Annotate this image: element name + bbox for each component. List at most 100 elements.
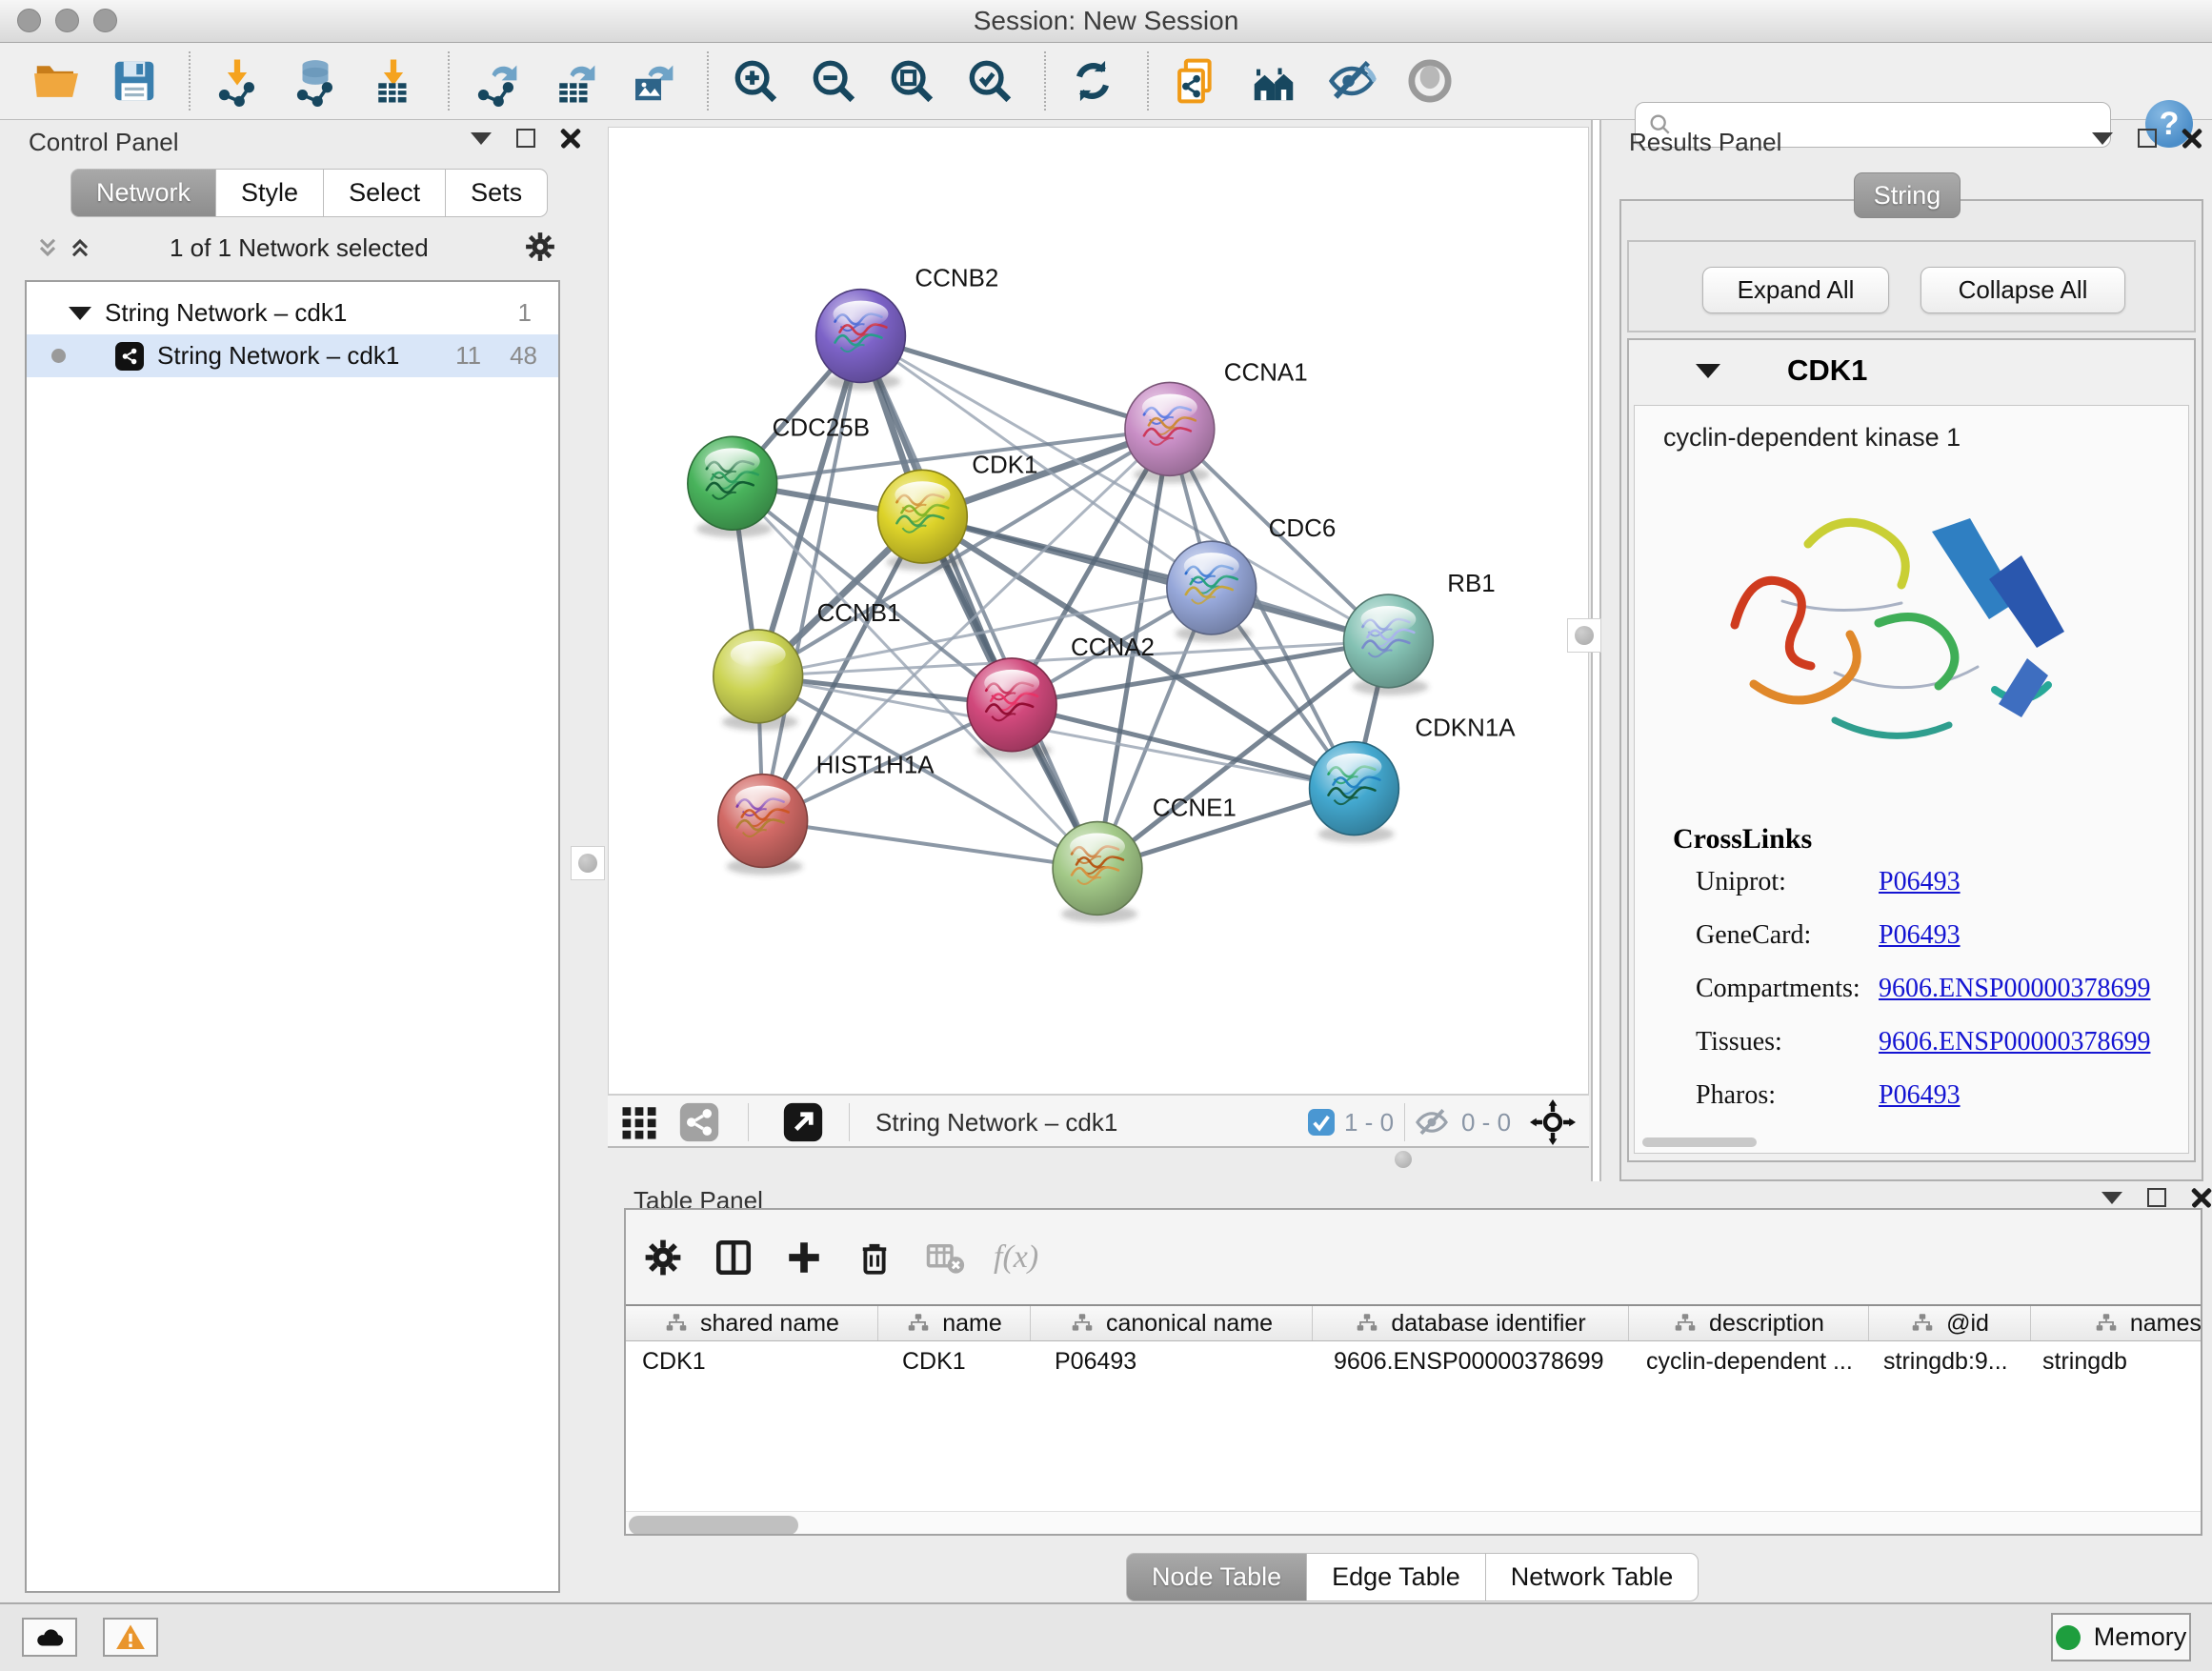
node-HIST1H1A[interactable]: HIST1H1A [718, 753, 935, 876]
save-session-button[interactable] [107, 53, 162, 109]
string-results-container: Expand All Collapse All CDK1 cyclin-depe… [1619, 199, 2203, 1181]
node-CDKN1A[interactable]: CDKN1A [1310, 715, 1517, 843]
crosslink-value-link[interactable]: P06493 [1879, 920, 1961, 950]
tab-edge-table[interactable]: Edge Table [1307, 1553, 1486, 1601]
cell-shared-name[interactable]: CDK1 [626, 1341, 878, 1381]
gear-icon[interactable] [524, 231, 556, 268]
column-header-shared-name[interactable]: shared name [626, 1306, 878, 1340]
tab-network[interactable]: Network [70, 169, 216, 217]
column-label: name [942, 1310, 1002, 1338]
selected-checkbox-icon[interactable] [1306, 1101, 1337, 1143]
hide-selected-button[interactable] [1324, 53, 1379, 109]
node-CCNA1[interactable]: CCNA1 [1125, 359, 1308, 483]
float-panel-icon[interactable] [2101, 1192, 2122, 1204]
cell-name[interactable]: CDK1 [878, 1341, 1031, 1381]
cell-@id[interactable]: stringdb:9... [1869, 1341, 2031, 1381]
column-header-namespace[interactable]: namespace [2031, 1306, 2202, 1340]
warning-button[interactable] [103, 1618, 158, 1657]
expand-all-button[interactable]: Expand All [1702, 267, 1889, 313]
import-table-button[interactable] [366, 53, 421, 109]
zoom-fit-button[interactable] [884, 53, 939, 109]
toolbar-groups [29, 51, 1480, 111]
crosslink-value-link[interactable]: 9606.ENSP00000378699 [1879, 1027, 2150, 1057]
clone-network-button[interactable] [1168, 53, 1223, 109]
zoom-in-button[interactable] [728, 53, 783, 109]
network-row-selected[interactable]: String Network – cdk1 11 48 [27, 334, 558, 377]
column-header-description[interactable]: description [1629, 1306, 1869, 1340]
delete-column-icon[interactable] [853, 1236, 896, 1279]
cell-canonical-name[interactable]: P06493 [1031, 1341, 1313, 1381]
crosslink-label: Compartments: [1673, 962, 1879, 1016]
share-network-icon[interactable] [678, 1101, 720, 1143]
cloud-button[interactable] [22, 1618, 77, 1657]
cell-description[interactable]: cyclin-dependent ... [1629, 1341, 1869, 1381]
protein-section-header[interactable]: CDK1 [1629, 340, 2194, 401]
crosslink-row: GeneCard:P06493 [1673, 909, 2150, 962]
refresh-button[interactable] [1065, 53, 1120, 109]
import-network-button[interactable] [210, 53, 265, 109]
horizontal-splitter-handle[interactable] [1395, 1151, 1412, 1168]
export-table-icon [549, 55, 600, 107]
home-button[interactable] [1246, 53, 1301, 109]
edge-CCNB2-CCNA1[interactable] [860, 336, 1169, 430]
crosslink-value-link[interactable]: 9606.ENSP00000378699 [1879, 974, 2150, 1003]
table-settings-gear-icon[interactable] [641, 1236, 685, 1279]
grid-view-icon[interactable] [619, 1101, 659, 1143]
scrollbar-thumb[interactable] [629, 1516, 798, 1535]
add-column-icon[interactable] [782, 1236, 826, 1279]
maximize-panel-icon[interactable] [2138, 129, 2157, 148]
left-splitter-handle[interactable] [571, 846, 605, 880]
table-horizontal-scrollbar[interactable] [626, 1511, 2201, 1536]
zoom-selected-button[interactable] [962, 53, 1017, 109]
collapse-all-icon[interactable] [34, 234, 61, 266]
export-network-button[interactable] [469, 53, 524, 109]
open-in-window-icon[interactable] [782, 1101, 824, 1143]
column-header-name[interactable]: name [878, 1306, 1031, 1340]
cell-namespace[interactable]: stringdb [2031, 1341, 2202, 1381]
maximize-panel-icon[interactable] [2147, 1188, 2166, 1207]
tab-node-table[interactable]: Node Table [1126, 1553, 1307, 1601]
edge-CCNB2-HIST1H1A[interactable] [763, 336, 861, 821]
network-collection-row[interactable]: String Network – cdk1 1 [27, 292, 558, 334]
network-canvas[interactable]: CCNB2 CCNA1 CDC25B CDK1 CDC6 RB1 CCNB1 C… [608, 127, 1589, 1095]
float-panel-icon[interactable] [471, 132, 492, 145]
table-row[interactable]: CDK1CDK1P064939606.ENSP00000378699cyclin… [626, 1341, 2202, 1381]
close-panel-icon[interactable] [2182, 128, 2202, 149]
column-header-@id[interactable]: @id [1869, 1306, 2031, 1340]
import-database-button[interactable] [288, 53, 343, 109]
cell-database-identifier[interactable]: 9606.ENSP00000378699 [1313, 1341, 1629, 1381]
show-graphics-details-button[interactable] [1402, 53, 1458, 109]
network-graph[interactable]: CCNB2 CCNA1 CDC25B CDK1 CDC6 RB1 CCNB1 C… [609, 128, 1588, 1094]
tab-string[interactable]: String [1854, 172, 1961, 218]
crosslink-value-link[interactable]: P06493 [1879, 867, 1961, 896]
zoom-out-button[interactable] [806, 53, 861, 109]
hidden-eye-icon[interactable] [1414, 1101, 1450, 1143]
node-RB1[interactable]: RB1 [1343, 571, 1495, 695]
column-header-canonical-name[interactable]: canonical name [1031, 1306, 1313, 1340]
export-table-button[interactable] [547, 53, 602, 109]
float-panel-icon[interactable] [2092, 132, 2113, 145]
tab-sets[interactable]: Sets [446, 169, 548, 217]
tab-style[interactable]: Style [216, 169, 324, 217]
tab-network-table[interactable]: Network Table [1486, 1553, 1699, 1601]
results-panel: Results Panel String Expand All Collapse… [1619, 120, 2212, 1181]
close-panel-icon[interactable] [2191, 1187, 2212, 1208]
export-image-button[interactable] [625, 53, 680, 109]
node-CCNE1[interactable]: CCNE1 [1053, 795, 1237, 923]
fit-content-icon[interactable] [1530, 1101, 1576, 1143]
edge-HIST1H1A-CCNE1[interactable] [763, 821, 1097, 869]
expand-all-icon[interactable] [67, 234, 93, 266]
collection-caret-icon[interactable] [69, 307, 91, 320]
tab-select[interactable]: Select [324, 169, 446, 217]
crosslink-value-link[interactable]: P06493 [1879, 1080, 1961, 1110]
collapse-caret-icon[interactable] [1696, 364, 1720, 378]
maximize-panel-icon[interactable] [516, 129, 535, 148]
right-splitter-handle[interactable] [1567, 618, 1601, 653]
close-panel-icon[interactable] [560, 128, 581, 149]
memory-button[interactable]: Memory [2051, 1613, 2191, 1661]
show-columns-icon[interactable] [712, 1236, 755, 1279]
collapse-all-button[interactable]: Collapse All [1920, 267, 2125, 313]
open-session-button[interactable] [29, 53, 84, 109]
results-scrollbar[interactable] [1642, 1137, 1757, 1147]
column-header-database-identifier[interactable]: database identifier [1313, 1306, 1629, 1340]
